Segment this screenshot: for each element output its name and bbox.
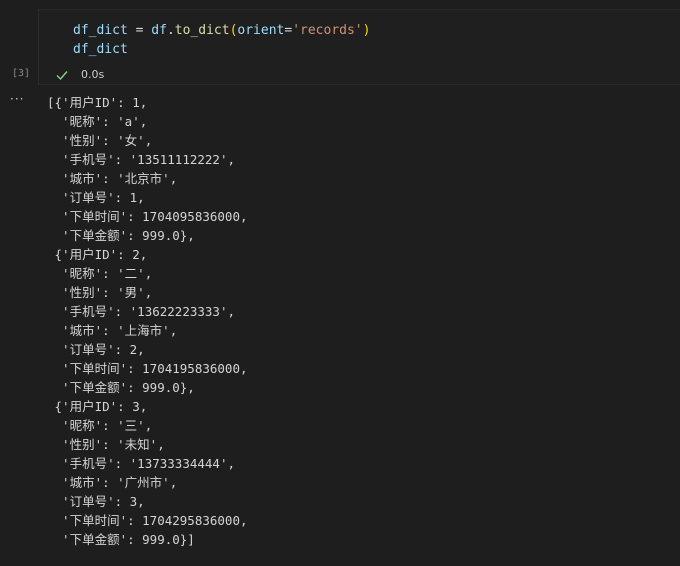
execution-count: [3] <box>12 68 31 79</box>
output-line: {'用户ID': 2, <box>47 247 148 262</box>
output-line: '下单时间': 1704295836000, <box>47 513 248 528</box>
check-icon <box>55 67 69 81</box>
cell-status: 0.0s <box>55 66 104 82</box>
code-param: orient <box>237 23 285 38</box>
output-line: '城市': '广州市', <box>47 475 178 490</box>
code-operator: = <box>127 23 152 38</box>
output-line: '订单号': 3, <box>47 494 145 509</box>
output-line: '昵称': 'a', <box>47 114 148 129</box>
code-paren-close: ) <box>362 23 371 38</box>
code-function: to_dict <box>174 23 230 38</box>
output-line: {'用户ID': 3, <box>47 399 148 414</box>
execution-time: 0.0s <box>81 67 105 81</box>
output-line: '性别': '未知', <box>47 437 165 452</box>
output-line: '城市': '北京市', <box>47 171 178 186</box>
notebook-cell: df_dict = df.to_dict(orient='records') d… <box>0 0 680 566</box>
code-var: df_dict <box>73 23 128 38</box>
output-line: '手机号': '13511112222', <box>47 152 236 167</box>
output-line: '下单时间': 1704095836000, <box>47 209 248 224</box>
output-line: '手机号': '13733334444', <box>47 456 236 471</box>
code-string: 'records' <box>292 23 363 38</box>
output-line: '性别': '男', <box>47 285 153 300</box>
code-dot: . <box>166 23 175 38</box>
output-line: '下单金额': 999.0}, <box>47 380 195 395</box>
output-line: '下单金额': 999.0}] <box>47 532 195 547</box>
output-line: '下单金额': 999.0}, <box>47 228 195 243</box>
output-line: '订单号': 1, <box>47 190 145 205</box>
output-line: '性别': '女', <box>47 133 153 148</box>
code-object: df <box>151 23 167 38</box>
code-editor[interactable]: df_dict = df.to_dict(orient='records') d… <box>38 9 680 85</box>
output-line: [{'用户ID': 1, <box>47 95 148 110</box>
code-equals: = <box>284 23 293 38</box>
output-line: '城市': '上海市', <box>47 323 178 338</box>
code-line-2[interactable]: df_dict <box>73 40 128 59</box>
output-line: '订单号': 2, <box>47 342 145 357</box>
code-line-1[interactable]: df_dict = df.to_dict(orient='records') <box>73 21 370 40</box>
output-more-actions-icon[interactable]: ··· <box>10 92 24 106</box>
output-line: '手机号': '13622223333', <box>47 304 236 319</box>
output-line: '昵称': '三', <box>47 418 153 433</box>
output-line: '昵称': '二', <box>47 266 153 281</box>
cell-output[interactable]: [{'用户ID': 1, '昵称': 'a', '性别': '女', '手机号'… <box>47 93 248 549</box>
output-line: '下单时间': 1704195836000, <box>47 361 248 376</box>
